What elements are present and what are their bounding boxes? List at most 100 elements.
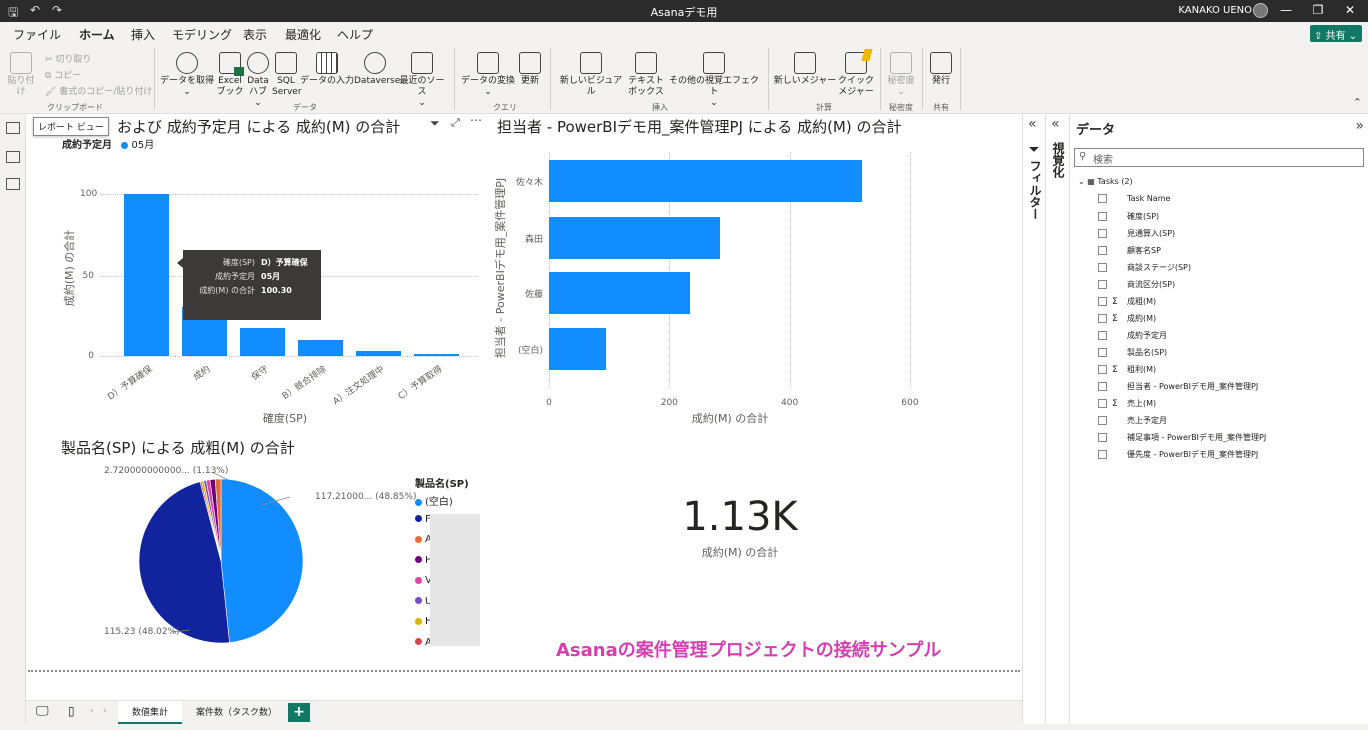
sensitivity-button[interactable]: 秘密度 ⌄: [884, 52, 918, 98]
restore-button[interactable]: ❐: [1306, 3, 1330, 17]
field-item[interactable]: 優先度 - PowerBIデモ用_案件管理PJ: [1098, 449, 1258, 465]
table-node-tasks[interactable]: ⌄ ▦ Tasks (2): [1078, 177, 1133, 186]
get-data-button[interactable]: データを取得 ⌄: [160, 52, 214, 98]
field-item[interactable]: 売上予定月: [1098, 415, 1167, 431]
paste-button[interactable]: 貼り付け: [4, 52, 38, 98]
field-checkbox[interactable]: [1098, 246, 1107, 255]
horizontal-bar[interactable]: [549, 217, 721, 259]
field-checkbox[interactable]: [1098, 314, 1107, 323]
tab-insert[interactable]: 挿入: [131, 26, 155, 43]
user-name[interactable]: KANAKO UENO: [1178, 5, 1252, 16]
more-visuals-button[interactable]: その他の視覚エフェクト ⌄: [666, 52, 762, 109]
field-item[interactable]: 見通算入(SP): [1098, 228, 1175, 244]
field-checkbox[interactable]: [1098, 229, 1107, 238]
column-bar[interactable]: [240, 327, 285, 356]
field-checkbox[interactable]: [1098, 331, 1107, 340]
filters-pane[interactable]: « ⏷ フィルター: [1022, 114, 1046, 724]
publish-button[interactable]: 発行: [926, 52, 956, 87]
page-tab-1[interactable]: 数値集計: [118, 701, 183, 725]
field-checkbox[interactable]: [1098, 263, 1107, 272]
horizontal-bar[interactable]: [549, 160, 862, 202]
column-bar[interactable]: [414, 354, 459, 356]
column-bar[interactable]: [298, 339, 343, 356]
tab-help[interactable]: ヘルプ: [337, 26, 373, 43]
new-visual-button[interactable]: 新しいビジュアル: [556, 52, 626, 98]
field-item[interactable]: 担当者 - PowerBIデモ用_案件管理PJ: [1098, 381, 1258, 397]
focus-mode-icon[interactable]: ⤢: [451, 116, 460, 130]
tab-view[interactable]: 表示: [243, 26, 267, 43]
model-view-icon[interactable]: [6, 178, 20, 190]
field-checkbox[interactable]: [1098, 433, 1107, 442]
field-item[interactable]: 商流区分(SP): [1098, 279, 1175, 295]
horizontal-bar[interactable]: [549, 272, 691, 314]
recent-sources-button[interactable]: 最近のソース ⌄: [396, 52, 448, 109]
column-bar[interactable]: [356, 351, 401, 356]
page-tab-2[interactable]: 案件数（タスク数）: [182, 701, 291, 725]
field-item[interactable]: 商談ステージ(SP): [1098, 262, 1191, 278]
close-button[interactable]: ✕: [1338, 3, 1362, 17]
field-item[interactable]: 補足事項 - PowerBIデモ用_案件管理PJ: [1098, 432, 1266, 448]
tab-file[interactable]: ファイル: [13, 26, 61, 43]
tab-home[interactable]: ホーム: [79, 26, 115, 46]
desktop-layout-icon[interactable]: 🖵: [36, 704, 49, 719]
textbox-button[interactable]: テキスト ボックス: [626, 52, 666, 98]
field-checkbox[interactable]: [1098, 297, 1107, 306]
field-item[interactable]: 顧客名SP: [1098, 245, 1161, 261]
field-checkbox[interactable]: [1098, 348, 1107, 357]
field-item[interactable]: 確度(SP): [1098, 211, 1159, 227]
dataverse-button[interactable]: Dataverse: [354, 52, 400, 87]
field-checkbox[interactable]: [1098, 399, 1107, 408]
avatar[interactable]: [1253, 3, 1268, 18]
sql-server-button[interactable]: SQL Server: [272, 52, 302, 98]
minimize-button[interactable]: —: [1274, 3, 1298, 17]
add-page-button[interactable]: +: [288, 703, 310, 722]
datahub-button[interactable]: Data ハブ ⌄: [244, 52, 272, 109]
field-checkbox[interactable]: [1098, 280, 1107, 289]
field-item[interactable]: Σ 粗利(M): [1098, 364, 1156, 380]
excel-button[interactable]: Excel ブック: [216, 52, 244, 98]
column-bar[interactable]: [124, 193, 169, 356]
field-item[interactable]: Σ 成粗(M): [1098, 296, 1156, 312]
field-item[interactable]: Σ 成約(M): [1098, 313, 1156, 329]
new-measure-button[interactable]: 新しいメジャー: [772, 52, 838, 87]
field-checkbox[interactable]: [1098, 382, 1107, 391]
visualizations-pane[interactable]: « 視覚化: [1046, 114, 1070, 724]
tab-modeling[interactable]: モデリング: [172, 26, 232, 43]
more-options-icon[interactable]: ⋯: [470, 113, 482, 127]
field-checkbox[interactable]: [1098, 194, 1107, 203]
prev-page-icon[interactable]: ‹: [90, 706, 94, 716]
horizontal-bar[interactable]: [549, 328, 607, 370]
expand-data-icon[interactable]: »: [1355, 118, 1364, 134]
enter-data-button[interactable]: データの入力: [300, 52, 354, 87]
field-item[interactable]: 成約予定月: [1098, 330, 1167, 346]
collapse-ribbon-icon[interactable]: ⌃: [1353, 96, 1362, 109]
copy-button[interactable]: ⧉ コピー: [45, 68, 81, 81]
format-painter-button[interactable]: 🖌 書式のコピー/貼り付け: [45, 84, 152, 97]
field-checkbox[interactable]: [1098, 416, 1107, 425]
report-canvas[interactable]: [26, 114, 1022, 700]
next-page-icon[interactable]: ›: [103, 706, 107, 716]
share-button[interactable]: ⇪ 共有 ⌄: [1310, 25, 1362, 42]
table-view-icon[interactable]: [6, 151, 20, 163]
field-item[interactable]: Task Name: [1098, 194, 1170, 210]
report-view-icon[interactable]: [6, 122, 20, 134]
tab-optimize[interactable]: 最適化: [285, 26, 321, 43]
pie-legend-item[interactable]: (空白): [415, 493, 469, 514]
field-checkbox[interactable]: [1098, 365, 1107, 374]
field-item[interactable]: Σ 売上(M): [1098, 398, 1156, 414]
mobile-layout-icon[interactable]: ▯: [68, 704, 75, 718]
refresh-button[interactable]: 更新: [518, 52, 542, 87]
data-group-label: データ: [293, 103, 317, 112]
transform-data-button[interactable]: データの変換 ⌄: [460, 52, 516, 98]
data-pane[interactable]: データ » ⚲ 検索 ⌄ ▦ Tasks (2) Task Name 確度(SP) 見…: [1070, 114, 1368, 724]
collapse-filters-icon[interactable]: «: [1028, 116, 1037, 132]
field-item[interactable]: 製品名(SP): [1098, 347, 1167, 363]
legend-item-05[interactable]: 05月: [121, 140, 154, 151]
field-checkbox[interactable]: [1098, 450, 1107, 459]
cut-button[interactable]: ✂ 切り取り: [45, 52, 91, 65]
filter-icon[interactable]: ⏷: [430, 116, 440, 131]
field-checkbox[interactable]: [1098, 212, 1107, 221]
collapse-viz-icon[interactable]: «: [1051, 116, 1060, 132]
data-search-input[interactable]: ⚲ 検索: [1074, 148, 1364, 167]
quick-measure-button[interactable]: クイック メジャー: [838, 52, 874, 98]
